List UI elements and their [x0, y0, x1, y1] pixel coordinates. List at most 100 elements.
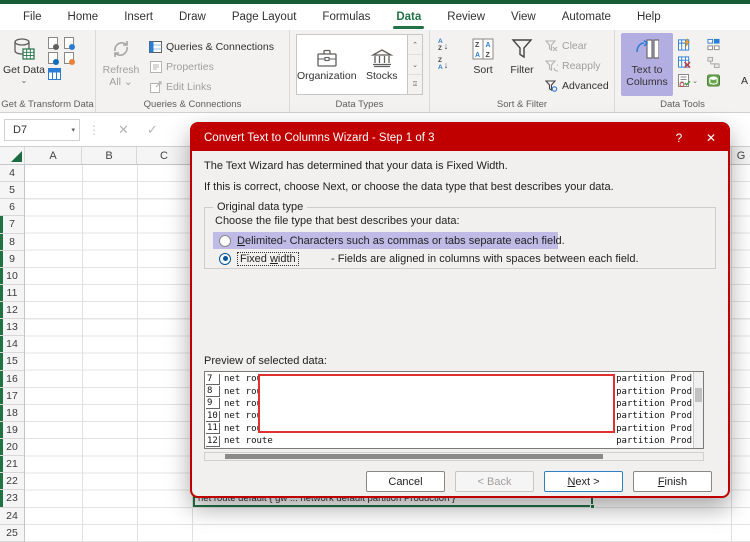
gallery-up-icon[interactable]: ⌃ — [408, 35, 422, 55]
column-header-g[interactable]: G — [731, 147, 750, 164]
tab-file[interactable]: File — [10, 4, 55, 30]
clear-filter-label: Clear — [562, 40, 587, 52]
finish-button[interactable]: Finish — [633, 471, 712, 492]
text-to-columns-button[interactable]: Text to Columns — [621, 33, 673, 96]
gridline — [137, 165, 138, 542]
row-header-5[interactable]: 5 — [0, 182, 24, 199]
sort-za-button[interactable]: ZA↓ — [438, 58, 464, 71]
refresh-all-button[interactable]: Refresh All ⌄ — [96, 33, 146, 96]
row-header-14[interactable]: 14 — [0, 336, 24, 353]
fixed-width-option[interactable]: Fixed width - Fields are aligned in colu… — [213, 250, 639, 267]
tab-home[interactable]: Home — [55, 4, 112, 30]
row-header-16[interactable]: 16 — [0, 371, 24, 388]
back-button[interactable]: < Back — [455, 471, 534, 492]
column-header-b[interactable]: B — [82, 147, 137, 164]
flash-fill-icon[interactable] — [678, 38, 691, 51]
tab-formulas[interactable]: Formulas — [309, 4, 383, 30]
row-header-21[interactable]: 21 — [0, 456, 24, 473]
row-header-25[interactable]: 25 — [0, 525, 24, 542]
preview-hscroll-thumb[interactable] — [225, 454, 603, 459]
row-header-17[interactable]: 17 — [0, 388, 24, 405]
row-header-7[interactable]: 7 — [0, 216, 24, 233]
gallery-down-icon[interactable]: ⌄ — [408, 55, 422, 75]
from-text-csv-icon[interactable] — [48, 37, 58, 49]
edit-links-icon — [149, 80, 162, 93]
enter-entry-icon[interactable]: ✓ — [147, 122, 158, 138]
get-data-button[interactable]: Get Data ⌄ — [0, 33, 48, 96]
row-header-22[interactable]: 22 — [0, 473, 24, 490]
row-header-20[interactable]: 20 — [0, 439, 24, 456]
group-label-data-tools: Data Tools — [615, 99, 750, 110]
row-header-8[interactable]: 8 — [0, 234, 24, 251]
queries-connections-button[interactable]: Queries & Connections — [146, 37, 277, 56]
existing-connections-icon[interactable] — [48, 67, 61, 80]
preview-vscroll-thumb[interactable] — [695, 388, 702, 402]
row-header-9[interactable]: 9 — [0, 251, 24, 268]
tab-insert[interactable]: Insert — [111, 4, 166, 30]
from-web-icon[interactable] — [64, 37, 74, 49]
advanced-filter-button[interactable]: Advanced — [542, 76, 612, 95]
tab-page-layout[interactable]: Page Layout — [219, 4, 310, 30]
dialog-close-button[interactable]: ✕ — [694, 131, 728, 145]
name-box-dropdown-icon[interactable]: ▾ — [71, 126, 75, 134]
dialog-help-button[interactable]: ? — [664, 131, 694, 145]
group-sort-filter: AZ↓ ZA↓ Z A A Z Sort — [430, 30, 615, 112]
select-all-corner[interactable] — [0, 147, 25, 164]
dialog-title-bar[interactable]: Convert Text to Columns Wizard - Step 1 … — [192, 124, 728, 151]
sort-az-button[interactable]: AZ↓ — [438, 39, 464, 52]
file-type-prompt: Choose the file type that best describes… — [215, 215, 460, 227]
tab-view[interactable]: View — [498, 4, 549, 30]
data-preview-box[interactable]: 7net routepartition Prod8net routepartit… — [204, 371, 704, 449]
properties-button[interactable]: Properties — [146, 57, 277, 76]
data-validation-icon[interactable]: ⌄ — [678, 74, 698, 87]
row-header-6[interactable]: 6 — [0, 199, 24, 216]
reapply-filter-button[interactable]: Reapply — [542, 56, 612, 75]
preview-horizontal-scrollbar[interactable] — [204, 452, 704, 461]
row-header-18[interactable]: 18 — [0, 405, 24, 422]
row-header-19[interactable]: 19 — [0, 422, 24, 439]
fill-handle[interactable] — [590, 504, 595, 509]
organization-data-type[interactable]: Organization — [297, 35, 357, 94]
row-header-13[interactable]: 13 — [0, 319, 24, 336]
row-header-11[interactable]: 11 — [0, 285, 24, 302]
filter-button[interactable]: Filter — [502, 33, 542, 96]
from-table-range-icon[interactable] — [48, 52, 58, 64]
tab-automate[interactable]: Automate — [549, 4, 624, 30]
preview-vertical-scrollbar[interactable] — [693, 372, 703, 448]
gallery-more-icon[interactable]: ⍗ — [408, 75, 422, 94]
consolidate-icon[interactable] — [707, 38, 720, 51]
row-header-24[interactable]: 24 — [0, 508, 24, 525]
relationships-icon[interactable] — [707, 56, 720, 69]
edit-links-button[interactable]: Edit Links — [146, 77, 277, 96]
tab-draw[interactable]: Draw — [166, 4, 219, 30]
column-header-c[interactable]: C — [137, 147, 192, 164]
refresh-all-label2: All ⌄ — [109, 76, 132, 88]
row-header-23[interactable]: 23 — [0, 490, 24, 507]
svg-text:A: A — [475, 52, 480, 59]
tab-review[interactable]: Review — [434, 4, 498, 30]
delimited-option[interactable]: Delimited - Characters such as commas or… — [213, 232, 558, 249]
column-header-a[interactable]: A — [25, 147, 82, 164]
row-header-10[interactable]: 10 — [0, 268, 24, 285]
name-box[interactable]: D7 ▾ — [4, 119, 80, 141]
sort-button[interactable]: Z A A Z Sort — [464, 33, 502, 96]
delimited-radio[interactable] — [219, 235, 231, 247]
recent-sources-icon[interactable] — [64, 52, 74, 64]
stocks-data-type[interactable]: Stocks — [357, 35, 407, 94]
cancel-button[interactable]: Cancel — [366, 471, 445, 492]
next-button[interactable]: Next > — [544, 471, 623, 492]
tab-data[interactable]: Data — [383, 4, 434, 30]
fixed-width-radio[interactable] — [219, 253, 231, 265]
tab-help[interactable]: Help — [624, 4, 674, 30]
row-header-12[interactable]: 12 — [0, 302, 24, 319]
clear-filter-button[interactable]: Clear — [542, 36, 612, 55]
row-header-4[interactable]: 4 — [0, 165, 24, 182]
cancel-entry-icon[interactable]: ✕ — [118, 122, 129, 138]
reapply-filter-icon — [545, 59, 558, 72]
remove-duplicates-icon[interactable] — [678, 56, 691, 69]
row-header-15[interactable]: 15 — [0, 353, 24, 370]
preview-row-12: 12net routepartition Prod — [206, 435, 693, 447]
manage-data-model-icon[interactable] — [707, 74, 720, 87]
data-types-gallery-scroll[interactable]: ⌃ ⌄ ⍗ — [408, 34, 423, 95]
funnel-icon — [510, 36, 534, 62]
